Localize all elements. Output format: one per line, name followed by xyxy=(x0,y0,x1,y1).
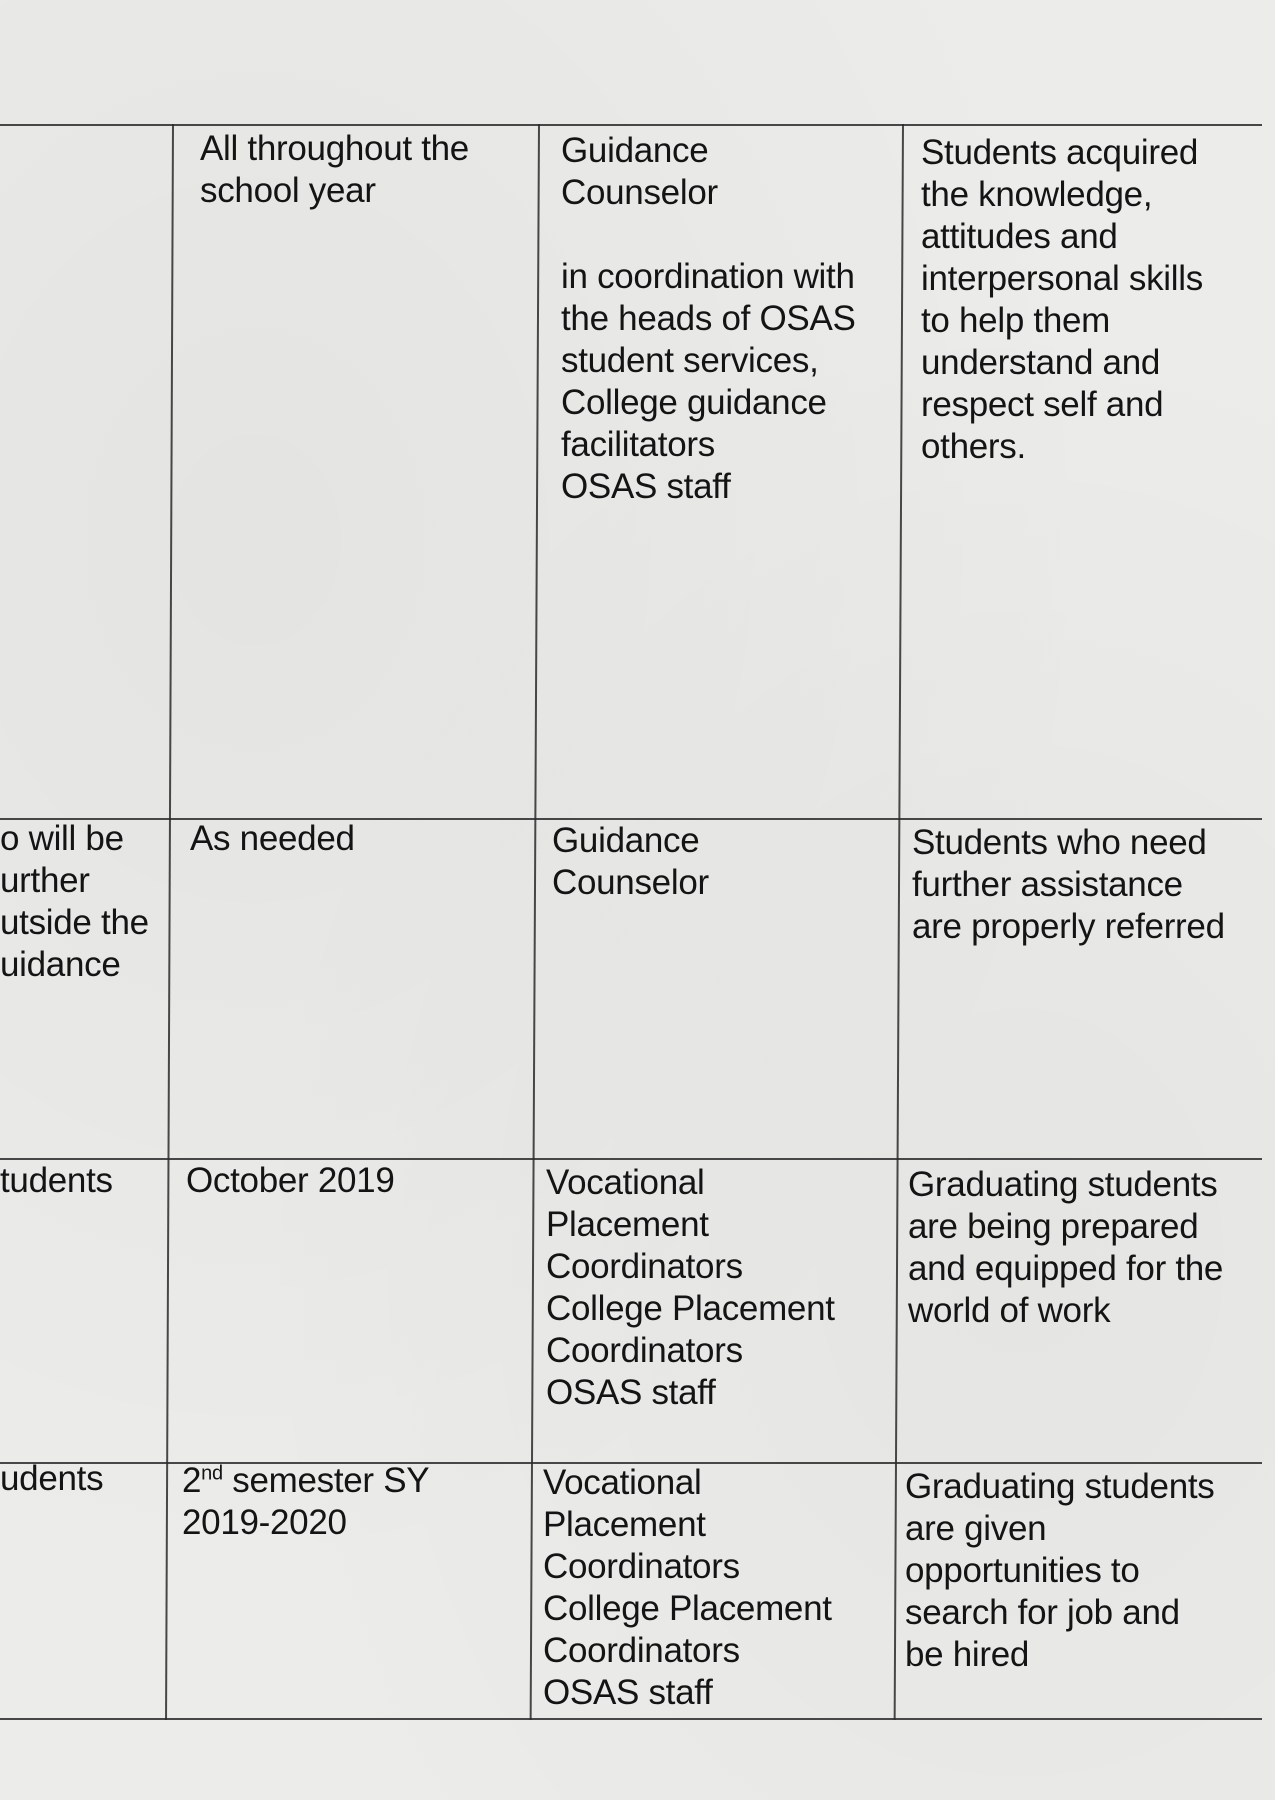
text-line: are given xyxy=(905,1509,1047,1548)
text-line: in coordination with xyxy=(561,257,855,296)
text-line: OSAS staff xyxy=(561,467,731,506)
text-line: Vocational xyxy=(546,1163,705,1202)
text-line: opportunities to xyxy=(905,1551,1140,1590)
row-3-persons-responsible: Vocational Placement Coordinators Colleg… xyxy=(546,1162,835,1414)
text-line: to help them xyxy=(921,301,1111,340)
text-line: urther xyxy=(0,861,90,900)
scanned-document-page: All throughout the school year Guidance … xyxy=(0,0,1275,1800)
text-line: OSAS staff xyxy=(546,1373,716,1412)
text-line: are properly referred xyxy=(912,907,1225,946)
row-1-expected-outcome: Students acquired the knowledge, attitud… xyxy=(921,132,1203,468)
text-line: and equipped for the xyxy=(908,1249,1224,1288)
row-4-expected-outcome: Graduating students are given opportunit… xyxy=(905,1466,1215,1676)
text-line: October 2019 xyxy=(186,1161,395,1200)
text-line: Coordinators xyxy=(543,1631,740,1670)
text-line: College guidance xyxy=(561,383,827,422)
text-line: 2019-2020 xyxy=(182,1503,347,1542)
row-4-persons-responsible: Vocational Placement Coordinators Colleg… xyxy=(543,1462,832,1714)
text-line: be hired xyxy=(905,1635,1030,1674)
text-line: Placement xyxy=(543,1505,706,1544)
timeframe-number: 2 xyxy=(182,1461,202,1500)
text-line: College Placement xyxy=(543,1589,832,1628)
text-line: College Placement xyxy=(546,1289,835,1328)
text-line: attitudes and xyxy=(921,217,1118,256)
text-line: Vocational xyxy=(543,1463,702,1502)
text-line: Graduating students xyxy=(908,1165,1218,1204)
row-3-expected-outcome: Graduating students are being prepared a… xyxy=(908,1164,1223,1332)
text-line: OSAS staff xyxy=(543,1673,713,1712)
row-2-expected-outcome: Students who need further assistance are… xyxy=(912,822,1225,948)
text-line: Placement xyxy=(546,1205,709,1244)
text-line: are being prepared xyxy=(908,1207,1199,1246)
text-line: school year xyxy=(200,171,376,210)
row-4-timeframe: 2nd semester SY 2019-2020 xyxy=(182,1460,430,1544)
text-line: Graduating students xyxy=(905,1467,1215,1506)
row-1-timeframe: All throughout the school year xyxy=(200,128,469,212)
row-3-activity: tudents xyxy=(0,1160,113,1202)
text-line: tudents xyxy=(0,1161,113,1200)
column-divider-2 xyxy=(529,123,540,1720)
text-line: the heads of OSAS xyxy=(561,299,856,338)
text-line: search for job and xyxy=(905,1593,1180,1632)
text-line: Students acquired xyxy=(921,133,1199,172)
text-line: understand and xyxy=(921,343,1161,382)
text-line: Guidance xyxy=(552,821,700,860)
row-3-timeframe: October 2019 xyxy=(186,1160,395,1202)
text-line: respect self and xyxy=(921,385,1164,424)
text-line: Guidance xyxy=(561,131,709,170)
text-line: student services, xyxy=(561,341,819,380)
text-line: Coordinators xyxy=(543,1547,740,1586)
timeframe-ordinal-suffix: nd xyxy=(201,1462,223,1485)
table-rule-bottom xyxy=(0,1718,1262,1720)
text-line: Counselor xyxy=(552,863,709,902)
row-2-timeframe: As needed xyxy=(190,818,355,860)
text-line: Counselor xyxy=(561,173,718,212)
text-line: Students who need xyxy=(912,823,1207,862)
text-line: further assistance xyxy=(912,865,1183,904)
text-line: Coordinators xyxy=(546,1331,743,1370)
column-divider-1 xyxy=(165,123,174,1720)
text-line: o will be xyxy=(0,819,124,858)
text-line: Coordinators xyxy=(546,1247,743,1286)
text-line: the knowledge, xyxy=(921,175,1153,214)
text-line: others. xyxy=(921,427,1026,466)
row-4-activity: udents xyxy=(0,1458,104,1500)
row-1-persons-responsible: Guidance Counselor in coordination with … xyxy=(561,130,856,508)
text-line: utside the xyxy=(0,903,149,942)
text-line: interpersonal skills xyxy=(921,259,1203,298)
timeframe-rest: semester SY xyxy=(222,1461,430,1500)
row-2-activity: o will be urther utside the uidance xyxy=(0,818,149,986)
text-line: All throughout the xyxy=(200,129,469,168)
text-line: uidance xyxy=(0,945,121,984)
text-line: As needed xyxy=(190,819,355,858)
table-rule-top xyxy=(0,124,1262,126)
text-line: udents xyxy=(0,1459,104,1498)
column-divider-3 xyxy=(893,123,904,1720)
text-line: 2nd semester SY xyxy=(182,1460,430,1502)
row-2-persons-responsible: Guidance Counselor xyxy=(552,820,709,904)
text-line: world of work xyxy=(908,1291,1111,1330)
text-line: facilitators xyxy=(561,425,715,464)
